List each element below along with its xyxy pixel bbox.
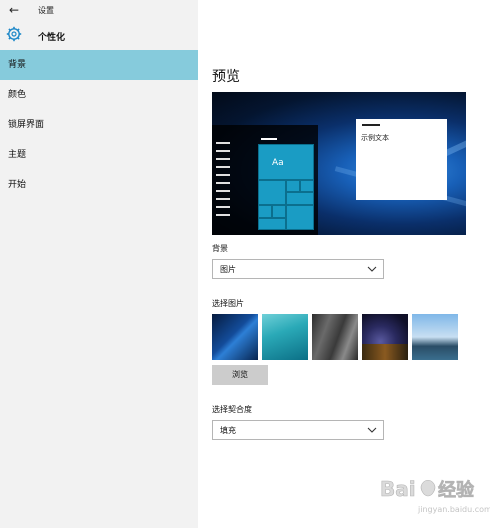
fit-dropdown[interactable]: 填充 (212, 420, 384, 440)
choose-picture-label: 选择图片 (212, 299, 244, 308)
preview-sample-text: 示例文本 (361, 134, 389, 142)
svg-text:Bai: Bai (380, 477, 416, 501)
main-content: 预览 Aa 示例文本 背景 图片 选择图片 浏览 选择契合度 填充 (198, 0, 500, 528)
back-arrow-icon[interactable]: ← (6, 3, 22, 17)
baidu-jingyan-watermark: Bai 经验 jingyan.baidu.com (380, 477, 490, 514)
background-dropdown[interactable]: 图片 (212, 259, 384, 279)
sidebar-nav: 背景 颜色 锁屏界面 主题 开始 (0, 50, 198, 200)
sidebar-item-start[interactable]: 开始 (0, 170, 198, 200)
sidebar-item-colors[interactable]: 颜色 (0, 80, 198, 110)
sidebar-item-lock-screen[interactable]: 锁屏界面 (0, 110, 198, 140)
sidebar-item-themes[interactable]: 主题 (0, 140, 198, 170)
picture-thumbnail-rock[interactable] (312, 314, 358, 360)
gear-icon (6, 26, 22, 42)
picture-thumbnails (212, 314, 472, 360)
preview-window-titlebar (362, 124, 380, 126)
preview-menu-line (261, 138, 277, 140)
browse-button[interactable]: 浏览 (212, 365, 268, 385)
preview-app-list (216, 142, 236, 222)
preview-window: 示例文本 (356, 119, 447, 200)
section-title: 个性化 (38, 33, 66, 43)
settings-sidebar: ← 设置 个性化 背景 颜色 锁屏界面 主题 开始 (0, 0, 198, 528)
fit-dropdown-value: 填充 (220, 426, 236, 435)
fit-label: 选择契合度 (212, 405, 252, 414)
picture-thumbnail-night-sky-ground (362, 344, 408, 360)
sidebar-item-background[interactable]: 背景 (0, 50, 198, 80)
app-title: 设置 (38, 6, 54, 15)
preview-tiles: Aa (258, 144, 314, 230)
section-header: 个性化 (0, 22, 198, 48)
preview-tile-label: Aa (272, 158, 284, 168)
chevron-down-icon (367, 266, 377, 272)
svg-text:jingyan.baidu.com: jingyan.baidu.com (417, 505, 490, 514)
background-label: 背景 (212, 244, 228, 253)
background-dropdown-value: 图片 (220, 265, 236, 274)
svg-text:经验: 经验 (438, 479, 475, 501)
chevron-down-icon (367, 427, 377, 433)
page-title: 预览 (212, 69, 240, 85)
picture-thumbnail-coast[interactable] (412, 314, 458, 360)
picture-thumbnail-windows[interactable] (212, 314, 258, 360)
title-bar: ← 设置 (0, 0, 198, 20)
picture-thumbnail-underwater[interactable] (262, 314, 308, 360)
desktop-preview: Aa 示例文本 (212, 92, 466, 235)
